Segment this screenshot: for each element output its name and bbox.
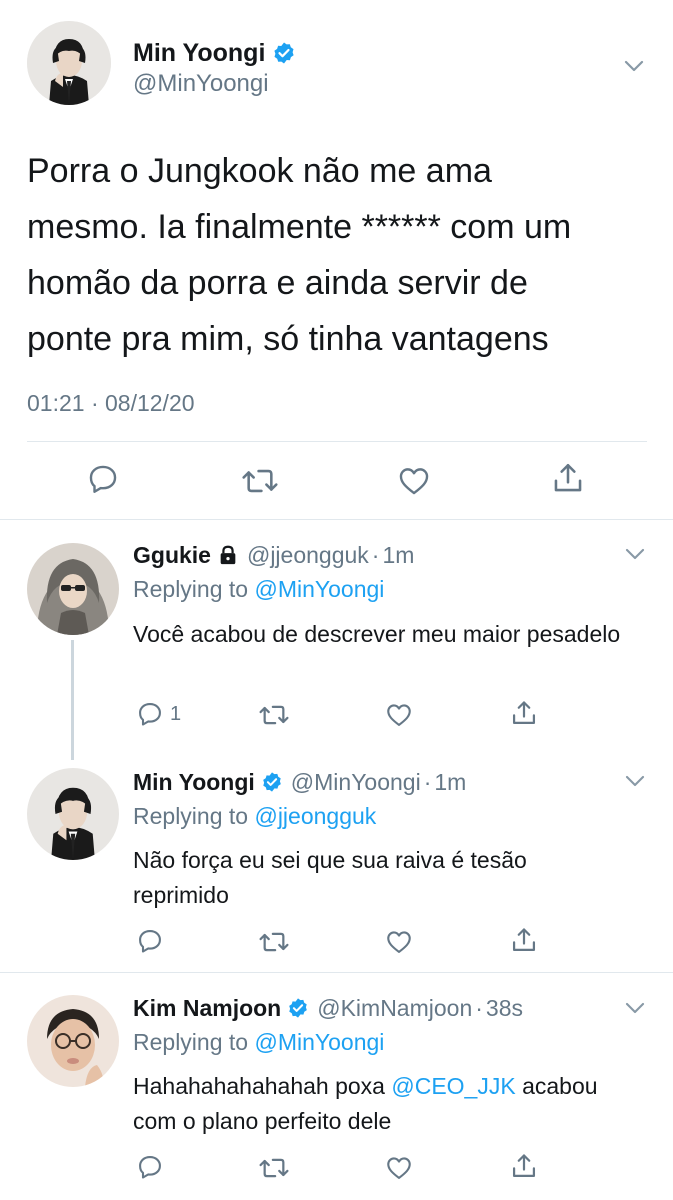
avatar-kim-namjoon[interactable] [27, 995, 119, 1087]
section-divider [0, 972, 673, 973]
share-button[interactable] [510, 925, 538, 955]
reply-timestamp[interactable]: 1m [434, 769, 466, 796]
author-handle[interactable]: @MinYoongi [133, 70, 269, 98]
reply-text-part: Hahahahahahahah poxa [133, 1073, 392, 1099]
reply-icon [139, 1156, 161, 1179]
like-icon [387, 704, 411, 726]
section-divider [0, 519, 673, 520]
divider [27, 441, 647, 442]
share-icon [512, 1154, 536, 1178]
verified-badge-icon [289, 998, 308, 1018]
replying-to-mention[interactable]: @MinYoongi [254, 1029, 384, 1055]
share-button[interactable] [510, 1151, 538, 1181]
lock-icon [220, 545, 236, 565]
retweet-button[interactable] [258, 1154, 290, 1182]
author-name-row: Min Yoongi [133, 36, 296, 70]
replying-to-mention[interactable]: @jjeongguk [254, 803, 376, 829]
reply-author-handle[interactable]: @MinYoongi [291, 769, 421, 796]
retweet-icon [259, 932, 289, 952]
replying-to-label: Replying to [133, 1029, 255, 1055]
share-icon [554, 463, 582, 492]
retweet-icon [259, 1158, 289, 1178]
retweet-button[interactable] [258, 701, 290, 729]
chevron-down-icon[interactable] [622, 995, 648, 1021]
retweet-icon [242, 469, 278, 493]
reply-button[interactable]: 1 [136, 700, 181, 728]
chevron-down-icon[interactable] [622, 541, 648, 567]
replying-to-label: Replying to [133, 803, 255, 829]
chevron-down-icon[interactable] [620, 52, 648, 80]
tweet-timestamp[interactable]: 01:21 · 08/12/20 [27, 390, 195, 417]
tweet-text: Porra o Jungkook não me ama mesmo. Ia fi… [27, 152, 572, 358]
reply-count: 1 [170, 702, 182, 725]
separator-dot: · [423, 768, 432, 795]
reply-author-name[interactable]: Kim Namjoon [133, 995, 281, 1022]
thread-line [71, 640, 74, 760]
avatar-min-yoongi[interactable] [27, 21, 111, 105]
like-button[interactable] [396, 464, 432, 498]
reply-author-name[interactable]: Ggukie [133, 542, 211, 569]
reply-text: Você acabou de descrever meu maior pesad… [133, 621, 621, 647]
reply-text: Não força eu sei que sua raiva é tesão r… [133, 847, 527, 908]
reply-text-mention[interactable]: @CEO_JJK [391, 1073, 515, 1099]
like-button[interactable] [384, 928, 414, 956]
retweet-button[interactable] [258, 928, 290, 956]
replying-to-label: Replying to [133, 576, 255, 602]
reply-icon [139, 703, 161, 726]
separator-dot: · [371, 541, 380, 568]
avatar-min-yoongi[interactable] [27, 768, 119, 860]
replying-to: Replying to @jjeongguk [133, 803, 376, 830]
avatar-ggukie[interactable] [27, 543, 119, 635]
reply-text: Hahahahahahahah poxa @CEO_JJK acabou com… [133, 1069, 603, 1139]
share-button[interactable] [551, 460, 585, 496]
author-name[interactable]: Min Yoongi [133, 39, 265, 68]
reply-button[interactable] [86, 462, 120, 496]
reply-author-handle[interactable]: @jjeongguk [247, 542, 369, 569]
share-icon [512, 701, 536, 725]
reply-header: Kim Namjoon @KimNamjoon · 38s [133, 993, 523, 1023]
reply-timestamp[interactable]: 38s [486, 995, 523, 1022]
reply-timestamp[interactable]: 1m [382, 542, 414, 569]
reply-header: Ggukie @jjeongguk · 1m [133, 540, 414, 570]
reply-header: Min Yoongi @MinYoongi · 1m [133, 767, 466, 797]
chevron-down-icon[interactable] [622, 768, 648, 794]
like-icon [387, 1157, 411, 1179]
like-icon [399, 468, 429, 495]
retweet-icon [259, 705, 289, 725]
reply-button[interactable] [136, 927, 164, 955]
like-icon [387, 931, 411, 953]
retweet-button[interactable] [241, 464, 279, 498]
share-icon [512, 928, 536, 952]
share-button[interactable] [510, 698, 538, 728]
reply-author-handle[interactable]: @KimNamjoon [317, 995, 472, 1022]
reply-button[interactable] [136, 1153, 164, 1181]
separator-dot: · [475, 994, 483, 1021]
reply-icon [139, 930, 161, 953]
reply-icon [89, 465, 117, 493]
replying-to: Replying to @MinYoongi [133, 576, 384, 603]
replying-to: Replying to @MinYoongi [133, 1029, 384, 1056]
reply-author-name[interactable]: Min Yoongi [133, 769, 255, 796]
verified-badge-icon [262, 772, 281, 792]
verified-badge-icon [274, 42, 294, 64]
like-button[interactable] [384, 1154, 414, 1182]
replying-to-mention[interactable]: @MinYoongi [254, 576, 384, 602]
like-button[interactable] [384, 701, 414, 729]
